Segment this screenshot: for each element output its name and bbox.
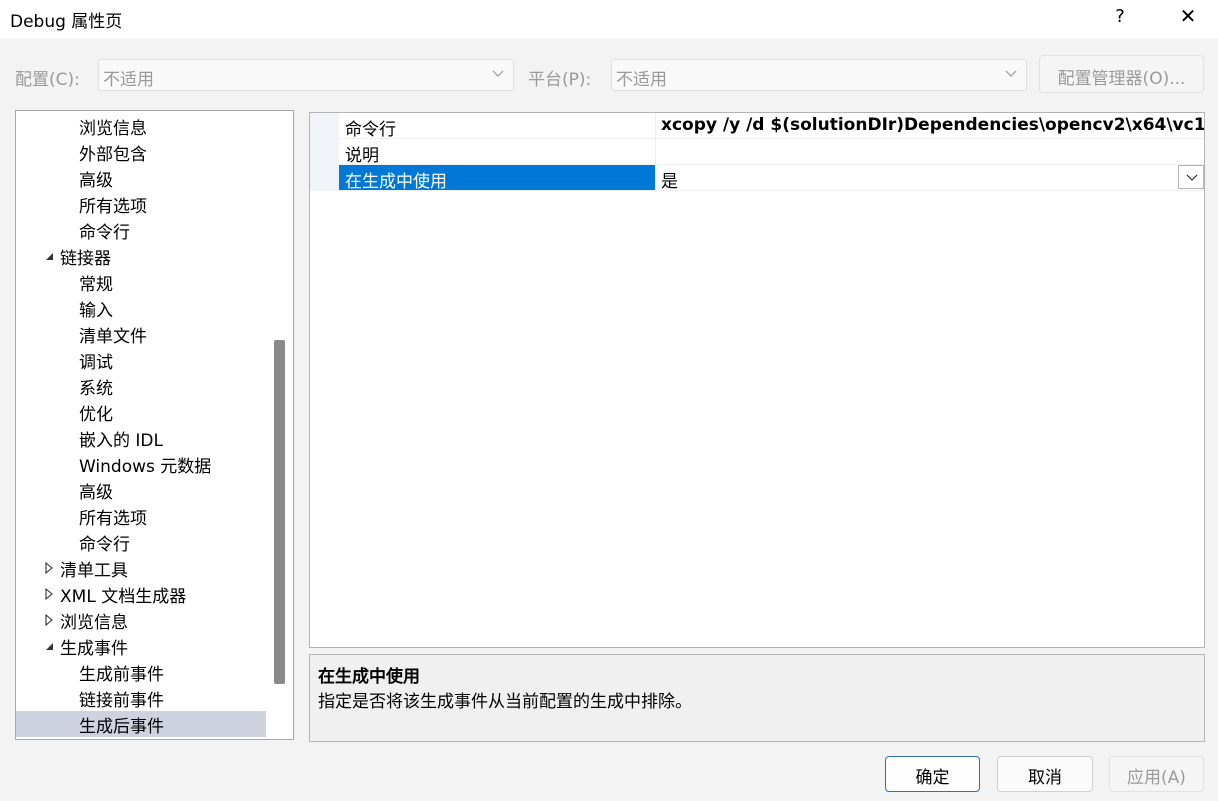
tree-item[interactable]: 生成后事件 xyxy=(16,711,266,737)
tree-item-label: 优化 xyxy=(79,405,113,425)
tree-item-label: 所有选项 xyxy=(79,509,147,529)
chevron-down-icon xyxy=(1005,70,1017,77)
ok-button[interactable]: 确定 xyxy=(885,756,980,792)
tree-item[interactable]: XML 文档生成器 xyxy=(16,581,266,607)
property-value[interactable] xyxy=(655,139,1204,164)
close-button[interactable]: ✕ xyxy=(1176,4,1200,30)
property-value[interactable]: xcopy /y /d $(solutionDIr)Dependencies\o… xyxy=(655,113,1204,138)
tree-item-label: 外部包含 xyxy=(79,145,147,165)
chevron-down-icon xyxy=(492,70,504,77)
tree-item[interactable]: 所有选项 xyxy=(16,503,266,529)
platform-label: 平台(P): xyxy=(528,70,592,90)
tree-item-label: 生成事件 xyxy=(60,639,128,659)
tree-item-label: 链接器 xyxy=(60,249,111,269)
chevron-down-icon xyxy=(1186,174,1198,181)
tree-item[interactable]: 优化 xyxy=(16,399,266,425)
tree-scrollbar[interactable] xyxy=(274,111,293,739)
expanded-triangle-icon[interactable] xyxy=(44,640,54,652)
tree-item[interactable]: 外部包含 xyxy=(16,139,266,165)
property-name: 在生成中使用 xyxy=(339,165,655,192)
tree-item[interactable]: 生成前事件 xyxy=(16,659,266,685)
tree-item[interactable]: 所有选项 xyxy=(16,191,266,217)
grid-gutter xyxy=(310,113,339,191)
tree-item-label: 清单文件 xyxy=(79,327,147,347)
description-text: 指定是否将该生成事件从当前配置的生成中排除。 xyxy=(318,692,692,712)
property-tree[interactable]: 浏览信息 外部包含 高级 所有选项 命令行 链接器 常规 输入 清单文件 调试 系统 优化 嵌入的 ID… xyxy=(15,110,294,740)
tree-item-label: 输入 xyxy=(79,301,113,321)
tree-item[interactable]: 调试 xyxy=(16,347,266,373)
config-manager-button[interactable]: 配置管理器(O)... xyxy=(1039,55,1204,93)
tree-item-label: 高级 xyxy=(79,483,113,503)
window-title: Debug 属性页 xyxy=(10,12,123,32)
tree-item[interactable]: 高级 xyxy=(16,477,266,503)
tree-item[interactable]: 链接前事件 xyxy=(16,685,266,711)
cancel-button[interactable]: 取消 xyxy=(997,756,1093,792)
help-button[interactable]: ? xyxy=(1110,6,1130,27)
tree-item[interactable]: Windows 元数据 xyxy=(16,451,266,477)
tree-item[interactable]: 输入 xyxy=(16,295,266,321)
grid-row-use-in-build[interactable]: 在生成中使用 是 xyxy=(339,165,1204,192)
description-title: 在生成中使用 xyxy=(318,667,420,687)
property-value-text: 是 xyxy=(661,172,678,190)
description-pane: 在生成中使用 指定是否将该生成事件从当前配置的生成中排除。 xyxy=(309,654,1205,742)
config-value: 不适用 xyxy=(103,70,154,90)
tree-item-label: XML 文档生成器 xyxy=(60,587,187,607)
tree-item-label: 链接前事件 xyxy=(79,691,164,711)
tree-item-label: 调试 xyxy=(79,353,113,373)
expanded-triangle-icon[interactable] xyxy=(44,250,54,262)
tree-item-label: 所有选项 xyxy=(79,197,147,217)
collapsed-triangle-icon[interactable] xyxy=(44,588,54,600)
tree-item[interactable]: 链接器 xyxy=(16,243,266,269)
tree-item-label: 生成后事件 xyxy=(79,717,164,737)
tree-item[interactable]: 常规 xyxy=(16,269,266,295)
collapsed-triangle-icon[interactable] xyxy=(44,562,54,574)
tree-item[interactable]: 浏览信息 xyxy=(16,113,266,139)
tree-item[interactable]: 高级 xyxy=(16,165,266,191)
property-grid[interactable]: 命令行 xcopy /y /d $(solutionDIr)Dependenci… xyxy=(309,112,1205,648)
property-name: 命令行 xyxy=(345,120,396,140)
tree-item[interactable]: 清单文件 xyxy=(16,321,266,347)
property-value[interactable]: 是 xyxy=(655,165,1204,190)
collapsed-triangle-icon[interactable] xyxy=(44,614,54,626)
config-label: 配置(C): xyxy=(15,70,80,90)
tree-item-label: 系统 xyxy=(79,379,113,399)
tree-item-label: 常规 xyxy=(79,275,113,295)
value-dropdown-button[interactable] xyxy=(1178,165,1204,189)
title-bar: Debug 属性页 ? ✕ xyxy=(0,0,1218,38)
apply-button[interactable]: 应用(A) xyxy=(1109,756,1204,792)
tree-item-label: 浏览信息 xyxy=(79,119,147,139)
tree-item-label: 生成前事件 xyxy=(79,665,164,685)
config-dropdown[interactable]: 不适用 xyxy=(98,59,514,91)
scrollbar-thumb[interactable] xyxy=(274,340,285,684)
tree-item[interactable]: 命令行 xyxy=(16,217,266,243)
property-name: 说明 xyxy=(345,146,379,166)
platform-dropdown[interactable]: 不适用 xyxy=(611,59,1027,91)
tree-item-label: Windows 元数据 xyxy=(79,457,212,477)
tree-item-label: 浏览信息 xyxy=(60,613,128,633)
tree-item[interactable]: 系统 xyxy=(16,373,266,399)
tree-item-label: 清单工具 xyxy=(60,561,128,581)
grid-row-description[interactable]: 说明 xyxy=(339,139,1204,166)
tree-item[interactable]: 浏览信息 xyxy=(16,607,266,633)
tree-item-label: 命令行 xyxy=(79,223,130,243)
platform-value: 不适用 xyxy=(616,70,667,90)
tree-item-label: 嵌入的 IDL xyxy=(79,431,163,451)
tree-item-label: 命令行 xyxy=(79,535,130,555)
tree-item[interactable]: 生成事件 xyxy=(16,633,266,659)
tree-item[interactable]: 清单工具 xyxy=(16,555,266,581)
tree-item[interactable]: 命令行 xyxy=(16,529,266,555)
tree-item-label: 高级 xyxy=(79,171,113,191)
grid-row-command-line[interactable]: 命令行 xcopy /y /d $(solutionDIr)Dependenci… xyxy=(339,113,1204,140)
tree-item[interactable]: 嵌入的 IDL xyxy=(16,425,266,451)
